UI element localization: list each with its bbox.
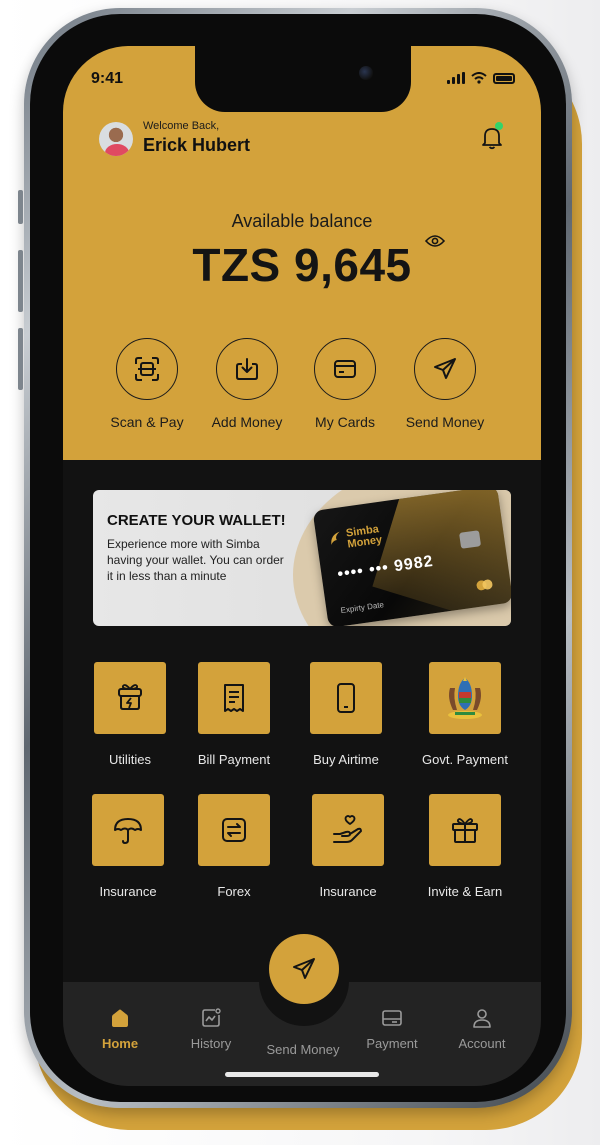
nav-history[interactable]: History <box>166 1006 256 1051</box>
service-insurance[interactable]: Insurance <box>68 794 188 899</box>
history-icon <box>166 1006 256 1030</box>
send-money-fab[interactable] <box>269 934 339 1004</box>
welcome-text: Welcome Back, <box>143 120 220 132</box>
nav-label: Account <box>458 1036 506 1051</box>
quick-action-label: Scan & Pay <box>110 414 184 430</box>
nav-label: History <box>190 1036 232 1051</box>
card-brand: Simba Money <box>345 523 383 551</box>
nav-label: Payment <box>366 1036 418 1051</box>
phone-icon <box>310 662 382 734</box>
service-label: Bill Payment <box>197 752 271 767</box>
service-govt-payment[interactable]: Govt. Payment <box>405 662 525 767</box>
download-icon <box>216 338 278 400</box>
balance-amount: TZS 9,645 <box>192 239 412 291</box>
utilities-icon <box>94 662 166 734</box>
scan-and-pay-action[interactable]: Scan & Pay <box>92 338 202 430</box>
volume-up-button <box>18 250 23 312</box>
nav-account[interactable]: Account <box>437 1006 527 1051</box>
simba-logo-icon <box>331 531 340 545</box>
status-time: 9:41 <box>91 70 124 87</box>
user-icon <box>437 1006 527 1030</box>
service-label: Forex <box>217 884 251 899</box>
quick-action-label: Send Money <box>405 414 485 430</box>
service-label: Utilities <box>109 752 151 767</box>
home-icon <box>75 1006 165 1030</box>
quick-action-label: Add Money <box>211 414 283 430</box>
balance-label: Available balance <box>231 211 373 231</box>
nav-send-money[interactable]: Send Money <box>258 1006 348 1057</box>
service-invite-earn[interactable]: Invite & Earn <box>405 794 525 899</box>
wallet-icon <box>347 1006 437 1030</box>
nav-payment[interactable]: Payment <box>347 1006 437 1051</box>
status-icons <box>447 72 515 84</box>
service-bill-payment[interactable]: Bill Payment <box>174 662 294 767</box>
receipt-icon <box>198 662 270 734</box>
banner-text: Experience more with Simba having your w… <box>107 537 284 583</box>
user-name: Erick Hubert <box>143 135 251 155</box>
create-wallet-banner[interactable]: CREATE YOUR WALLET! Experience more with… <box>93 490 511 626</box>
card-expiry-label: Expirty Date <box>340 600 385 616</box>
volume-down-button <box>18 328 23 390</box>
service-label: Buy Airtime <box>313 752 379 767</box>
battery-icon <box>493 72 515 84</box>
quick-action-label: My Cards <box>315 414 375 430</box>
service-insurance-2[interactable]: Insurance <box>288 794 408 899</box>
coat-of-arms-icon <box>429 662 501 734</box>
gift-icon <box>429 794 501 866</box>
exchange-icon <box>198 794 270 866</box>
hand-heart-icon <box>312 794 384 866</box>
nav-label: Send Money <box>266 1042 340 1057</box>
home-indicator <box>225 1072 379 1077</box>
service-label: Govt. Payment <box>422 752 508 767</box>
mute-switch <box>18 190 23 224</box>
service-utilities[interactable]: Utilities <box>70 662 190 767</box>
service-label: Insurance <box>319 884 377 899</box>
wifi-icon <box>471 72 487 84</box>
notification-dot <box>495 122 503 130</box>
avatar[interactable] <box>99 122 133 156</box>
card-brand-line2: Money <box>346 533 383 551</box>
send-icon <box>293 958 315 979</box>
nav-label: Home <box>101 1036 139 1051</box>
send-money-action[interactable]: Send Money <box>390 338 500 430</box>
wallet-card-image: Simba Money •••• ••• 9982 Expirty Date <box>312 490 511 626</box>
service-label: Insurance <box>99 884 157 899</box>
service-buy-airtime[interactable]: Buy Airtime <box>286 662 406 767</box>
send-icon <box>414 338 476 400</box>
service-label: Invite & Earn <box>427 884 503 899</box>
signal-icon <box>447 72 465 84</box>
notch <box>195 46 411 112</box>
chip-icon <box>459 530 482 549</box>
umbrella-icon <box>92 794 164 866</box>
banner-title: CREATE YOUR WALLET! <box>107 512 286 529</box>
my-cards-action[interactable]: My Cards <box>290 338 400 430</box>
eye-icon[interactable] <box>425 234 445 248</box>
service-forex[interactable]: Forex <box>174 794 294 899</box>
app-screen: 9:41 Welcome Back, Erick Hubert Availabl… <box>63 46 541 1086</box>
scan-icon <box>116 338 178 400</box>
card-icon <box>314 338 376 400</box>
nav-home[interactable]: Home <box>75 1006 165 1051</box>
front-camera <box>359 66 373 80</box>
add-money-action[interactable]: Add Money <box>192 338 302 430</box>
